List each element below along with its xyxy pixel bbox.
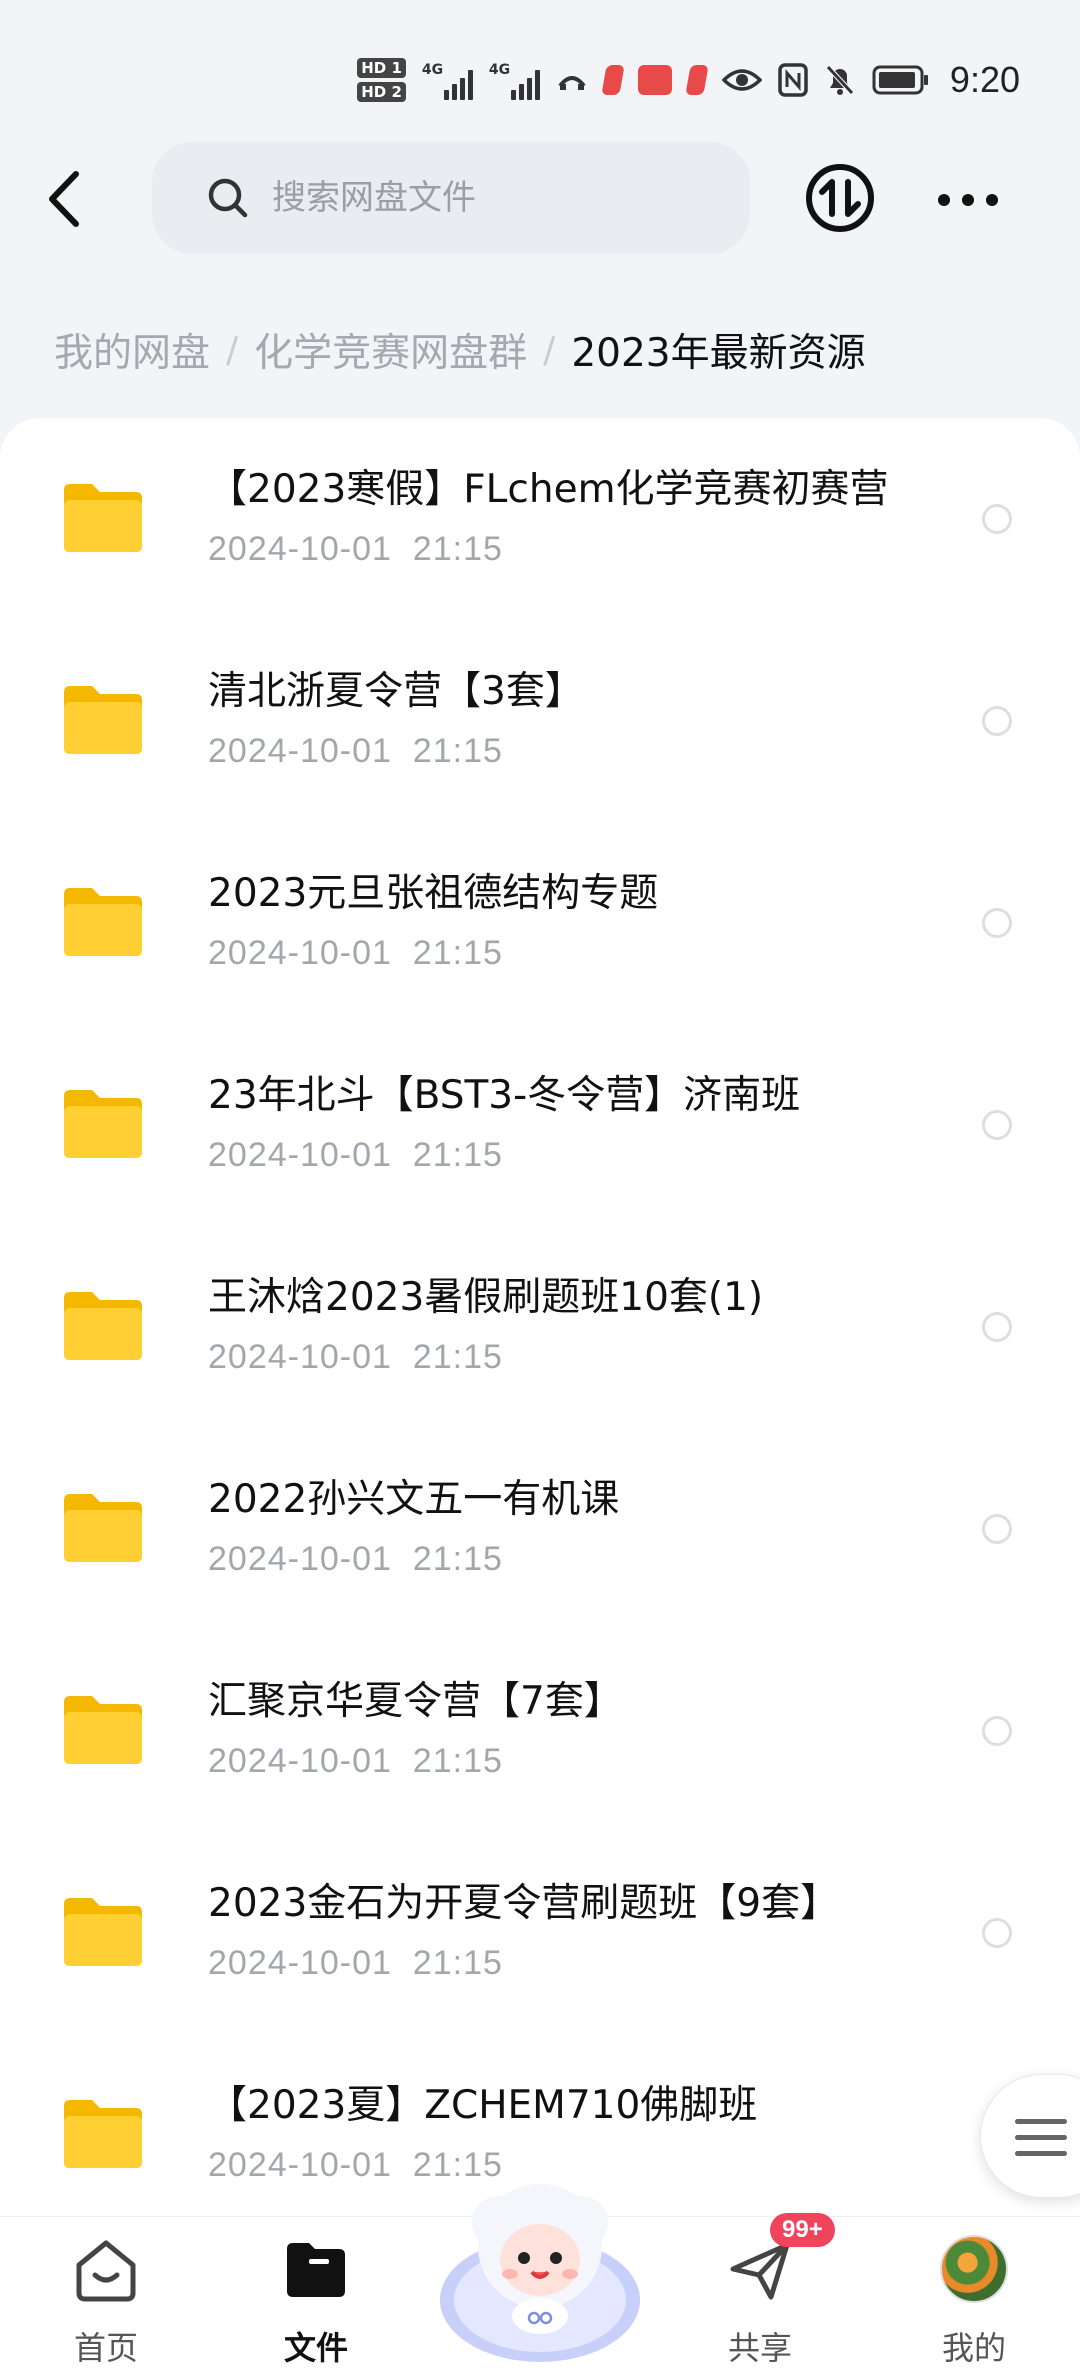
file-name: 清北浙夏令营【3套】 (208, 669, 584, 714)
file-date: 2024-10-01 21:15 (208, 1944, 503, 1982)
network-type-2: 4G (488, 62, 511, 78)
file-row[interactable]: 2023金石为开夏令营刷题班【9套】 2024-10-01 21:15 (0, 1832, 1080, 2034)
select-checkbox[interactable] (982, 1514, 1012, 1544)
nav-mine[interactable]: 我的 (894, 2217, 1054, 2376)
clock-time: 9:20 (949, 59, 1020, 100)
breadcrumb: 我的网盘 / 化学竞赛网盘群 / 2023年最新资源 (54, 318, 866, 382)
notification-badge: 99+ (770, 2213, 835, 2247)
file-name: 23年北斗【BST3-冬令营】济南班 (208, 1073, 801, 1118)
battery-icon (872, 65, 930, 95)
transfer-arrows-icon (806, 164, 874, 232)
file-date: 2024-10-01 21:15 (208, 934, 503, 972)
folder-icon (64, 1292, 142, 1360)
file-name: 2023元旦张祖德结构专题 (208, 871, 659, 916)
dot-icon (938, 194, 950, 206)
nav-share-label: 共享 (727, 2329, 792, 2367)
back-button[interactable] (38, 166, 98, 232)
mute-bell-icon (824, 63, 856, 97)
folder-icon (64, 2100, 142, 2168)
select-checkbox[interactable] (982, 1716, 1012, 1746)
folder-filled-icon (287, 2243, 345, 2297)
file-name: 【2023夏】ZCHEM710佛脚班 (208, 2083, 758, 2128)
breadcrumb-item-current: 2023年最新资源 (571, 331, 866, 376)
breadcrumb-item-group[interactable]: 化学竞赛网盘群 (254, 322, 527, 378)
file-date: 2024-10-01 21:15 (208, 1742, 503, 1780)
nav-home-label: 首页 (73, 2329, 138, 2367)
select-checkbox[interactable] (982, 908, 1012, 938)
folder-icon (64, 484, 142, 552)
chevron-left-icon (49, 171, 79, 227)
store-notification-icon (637, 65, 672, 95)
dot-icon (986, 194, 998, 206)
hd-indicator: HD 1 HD 2 (357, 58, 406, 102)
signal-icon: 4G (422, 60, 473, 100)
hd2-label: HD 2 (357, 82, 406, 102)
nfc-icon (778, 63, 808, 97)
breadcrumb-separator: / (543, 329, 556, 371)
hd1-label: HD 1 (357, 58, 406, 78)
app-notification-icon (601, 65, 625, 95)
file-row[interactable]: 清北浙夏令营【3套】 2024-10-01 21:15 (0, 620, 1080, 822)
home-icon (76, 2240, 136, 2302)
folder-icon (64, 1494, 142, 1562)
nav-mine-label: 我的 (941, 2329, 1006, 2367)
file-date: 2024-10-01 21:15 (208, 1136, 503, 1174)
top-bar (0, 140, 1080, 260)
app-notification-icon-2 (685, 65, 709, 95)
file-row[interactable]: 【2023寒假】FLchem化学竞赛初赛营 2024-10-01 21:15 (0, 418, 1080, 620)
file-name: 汇聚京华夏令营【7套】 (208, 1679, 623, 1724)
breadcrumb-separator: / (226, 329, 239, 371)
search-icon (208, 178, 248, 218)
menu-line-icon (1015, 2119, 1067, 2124)
file-list: 【2023寒假】FLchem化学竞赛初赛营 2024-10-01 21:15 清… (0, 418, 1080, 2218)
nav-share[interactable]: 99+ 共享 (680, 2213, 840, 2376)
file-date: 2024-10-01 21:15 (208, 732, 503, 770)
select-checkbox[interactable] (982, 504, 1012, 534)
network-type-1: 4G (421, 62, 444, 78)
select-checkbox[interactable] (982, 706, 1012, 736)
file-row[interactable]: 23年北斗【BST3-冬令营】济南班 2024-10-01 21:15 (0, 1024, 1080, 1226)
file-row[interactable]: 2022孙兴文五一有机课 2024-10-01 21:15 (0, 1428, 1080, 1630)
file-row[interactable]: 王沐焓2023暑假刷题班10套(1) 2024-10-01 21:15 (0, 1226, 1080, 1428)
phone-icon (556, 64, 588, 96)
select-checkbox[interactable] (982, 1312, 1012, 1342)
select-checkbox[interactable] (982, 1110, 1012, 1140)
dot-icon (962, 194, 974, 206)
status-bar: HD 1 HD 2 4G 4G 9:20 (0, 0, 1080, 150)
file-name: 【2023寒假】FLchem化学竞赛初赛营 (208, 467, 889, 512)
folder-icon (64, 1090, 142, 1158)
file-date: 2024-10-01 21:15 (208, 1338, 503, 1376)
file-name: 2022孙兴文五一有机课 (208, 1477, 620, 1522)
nav-home[interactable]: 首页 (26, 2217, 186, 2376)
search-input[interactable] (272, 178, 712, 218)
avatar (940, 2235, 1008, 2303)
nav-files-label: 文件 (283, 2329, 348, 2367)
file-row[interactable]: 2023元旦张祖德结构专题 2024-10-01 21:15 (0, 822, 1080, 1024)
nav-files[interactable]: 文件 (236, 2217, 396, 2376)
menu-line-icon (1015, 2151, 1067, 2156)
more-options-button[interactable] (938, 192, 998, 208)
status-icons: HD 1 HD 2 4G 4G 9:20 (357, 52, 1020, 108)
breadcrumb-item-my-drive[interactable]: 我的网盘 (54, 322, 210, 378)
folder-icon (64, 888, 142, 956)
signal-icon-2: 4G (489, 60, 540, 100)
transfer-button[interactable] (804, 162, 876, 234)
file-name: 2023金石为开夏令营刷题班【9套】 (208, 1881, 840, 1926)
file-date: 2024-10-01 21:15 (208, 530, 503, 568)
menu-line-icon (1015, 2135, 1067, 2140)
folder-icon (64, 1696, 142, 1764)
search-bar[interactable] (152, 142, 750, 254)
select-checkbox[interactable] (982, 1918, 1012, 1948)
file-row[interactable]: 汇聚京华夏令营【7套】 2024-10-01 21:15 (0, 1630, 1080, 1832)
file-name: 王沐焓2023暑假刷题班10套(1) (208, 1275, 764, 1320)
folder-icon (64, 1898, 142, 1966)
mascot-assistant-button[interactable] (430, 2150, 650, 2376)
folder-icon (64, 686, 142, 754)
file-date: 2024-10-01 21:15 (208, 1540, 503, 1578)
eye-icon (721, 66, 762, 94)
